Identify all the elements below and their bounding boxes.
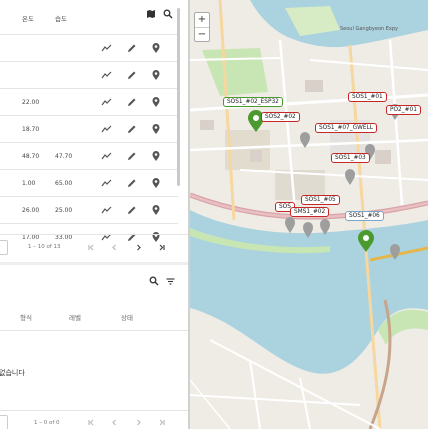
cell-humidity: 47.70 <box>55 153 73 160</box>
prev-page-icon[interactable] <box>109 417 120 428</box>
table-row[interactable]: 26.00 25.00 <box>0 196 178 223</box>
map-marker[interactable]: SOS1_#07_GWELL <box>315 123 377 133</box>
cell-humidity: 25.00 <box>55 207 73 214</box>
col-header-status[interactable]: 상태 <box>121 312 133 322</box>
event-table-pager: 1 – 0 of 0 <box>0 410 188 429</box>
left-panel: 온도 습도 22.00 18.70 48.70 47.70 1.00 65.00… <box>0 0 188 429</box>
sensor-table-header: 온도 습도 <box>0 0 188 34</box>
sensor-table-pager: 1 – 10 of 13 <box>0 234 188 260</box>
map-marker[interactable]: SOS1_#02_ESP32 <box>223 97 283 107</box>
map-marker[interactable]: PO2_#01 <box>386 105 421 115</box>
col-header-type[interactable]: 형식 <box>20 312 32 322</box>
chart-icon[interactable] <box>101 69 113 81</box>
edit-icon[interactable] <box>126 69 138 81</box>
map-view[interactable]: Seoul Gangbyeon Expy + − SOS1_#01 SOS1_#… <box>190 0 428 429</box>
chart-icon[interactable] <box>101 177 113 189</box>
edit-icon[interactable] <box>126 123 138 135</box>
cell-temp: 22.00 <box>22 99 40 106</box>
location-pin-icon[interactable] <box>150 69 162 81</box>
chart-icon[interactable] <box>101 150 113 162</box>
location-pin-icon[interactable] <box>150 123 162 135</box>
prev-page-icon[interactable] <box>109 242 120 253</box>
pager-range: 1 – 10 of 13 <box>28 244 61 250</box>
zoom-out-button[interactable]: − <box>195 27 209 41</box>
location-pin-icon[interactable] <box>150 150 162 162</box>
zoom-in-button[interactable]: + <box>195 13 209 27</box>
empty-message: 없습니다 <box>0 369 25 377</box>
table-row[interactable]: 1.00 65.00 <box>0 169 178 196</box>
cell-temp: 18.70 <box>22 126 40 133</box>
search-icon[interactable] <box>149 276 159 286</box>
table-row[interactable] <box>0 61 178 88</box>
map-marker[interactable]: SOS1_#05 <box>301 195 340 205</box>
map-marker[interactable]: SOS2_#02 <box>261 112 300 122</box>
next-page-icon[interactable] <box>133 242 144 253</box>
header-divider <box>0 330 188 331</box>
last-page-icon[interactable] <box>156 242 167 253</box>
cell-temp: 26.00 <box>22 207 40 214</box>
pager-range: 1 – 0 of 0 <box>34 420 60 426</box>
sensor-table-body: 22.00 18.70 48.70 47.70 1.00 65.00 26.00… <box>0 34 178 250</box>
cell-temp: 1.00 <box>22 180 36 187</box>
zoom-control: + − <box>194 12 210 42</box>
edit-icon[interactable] <box>126 150 138 162</box>
col-header-level[interactable]: 레벨 <box>69 312 81 322</box>
chart-icon[interactable] <box>101 42 113 54</box>
chart-icon[interactable] <box>101 96 113 108</box>
col-header-humidity: 습도 <box>55 15 67 23</box>
panel-divider <box>0 262 188 265</box>
edit-icon[interactable] <box>126 177 138 189</box>
cell-humidity: 65.00 <box>55 180 73 187</box>
filter-icon[interactable] <box>166 277 175 286</box>
next-page-icon[interactable] <box>133 417 144 428</box>
page-size-select[interactable] <box>0 240 8 255</box>
map-icon[interactable] <box>146 9 156 19</box>
location-pin-icon[interactable] <box>150 42 162 54</box>
map-marker[interactable]: SOS1_#03 <box>331 153 370 163</box>
first-page-icon[interactable] <box>86 417 97 428</box>
table-row[interactable]: 22.00 <box>0 88 178 115</box>
table-row[interactable]: 18.70 <box>0 115 178 142</box>
col-header-temp: 온도 <box>22 15 34 23</box>
location-pin-icon[interactable] <box>150 204 162 216</box>
table-row[interactable]: 48.70 47.70 <box>0 142 178 169</box>
edit-icon[interactable] <box>126 204 138 216</box>
map-marker[interactable]: SMS1_#02 <box>290 207 330 217</box>
location-pin-icon[interactable] <box>150 177 162 189</box>
location-pin-icon[interactable] <box>150 96 162 108</box>
chart-icon[interactable] <box>101 204 113 216</box>
edit-icon[interactable] <box>126 42 138 54</box>
chart-icon[interactable] <box>101 123 113 135</box>
map-marker[interactable]: SOS1_#06 <box>345 211 384 221</box>
cell-temp: 48.70 <box>22 153 40 160</box>
first-page-icon[interactable] <box>86 242 97 253</box>
page-size-select[interactable] <box>0 415 8 429</box>
svg-text:Seoul Gangbyeon Expy: Seoul Gangbyeon Expy <box>340 26 398 32</box>
table-row[interactable] <box>0 34 178 61</box>
search-icon[interactable] <box>163 9 173 19</box>
table-scrollbar[interactable] <box>177 8 180 186</box>
last-page-icon[interactable] <box>156 417 167 428</box>
map-marker[interactable]: SOS1_#01 <box>348 92 387 102</box>
edit-icon[interactable] <box>126 96 138 108</box>
